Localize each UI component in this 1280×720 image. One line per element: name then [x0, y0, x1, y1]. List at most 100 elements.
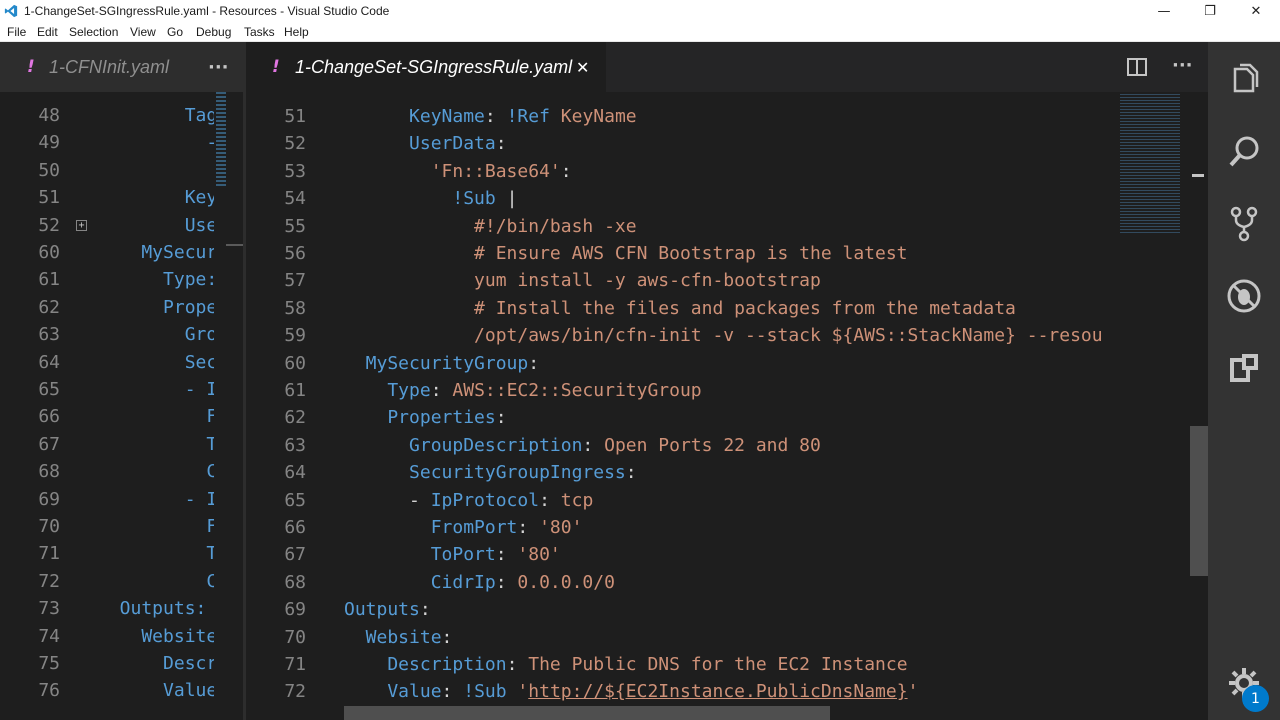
code-line: 69 - IpP: [0, 486, 239, 513]
code-line: 51 KeyName: !Ref KeyName: [246, 103, 1118, 130]
line-number: 68: [38, 461, 60, 483]
restore-button[interactable]: ❐: [1187, 0, 1233, 23]
code-line: 65 - IpP: [0, 376, 239, 403]
activity-settings[interactable]: [1208, 647, 1280, 719]
menu-tasks[interactable]: Tasks: [244, 25, 275, 39]
activity-debug[interactable]: [1208, 260, 1280, 332]
minimap-left[interactable]: [214, 92, 243, 720]
restore-icon: ❐: [1204, 4, 1216, 19]
tab-cfninit[interactable]: ! 1-CFNInit.yaml ···: [0, 42, 243, 92]
code-token: :: [560, 160, 572, 182]
code-token: UserData: [344, 133, 496, 155]
editor-group-left: ! 1-CFNInit.yaml ··· 48 Tags: 49 - K 50 V5…: [0, 42, 243, 720]
code-editor-left[interactable]: 48 Tags: 49 - K 50 V 51 KeyNa 52 + UserD 60 My…: [0, 92, 243, 720]
activity-explorer[interactable]: [1208, 44, 1280, 116]
code-token: GroupDescription: [344, 434, 583, 456]
code-token: Description: [344, 654, 507, 675]
vertical-scrollbar[interactable]: [1188, 92, 1208, 720]
vertical-scroll-thumb[interactable]: [1190, 426, 1208, 576]
code-line: 53 'Fn::Base64':: [246, 158, 1118, 185]
menu-selection[interactable]: Selection: [69, 25, 118, 39]
code-token: :: [495, 133, 507, 155]
more-actions-icon[interactable]: ···: [208, 57, 229, 78]
code-text: 'Fn::Base64':: [344, 158, 572, 185]
code-line: 62 Propert: [0, 294, 239, 321]
code-text: Type: AWS::EC2::SecurityGroup: [344, 377, 701, 404]
activity-search[interactable]: [1208, 116, 1280, 188]
line-number: 55: [284, 215, 306, 237]
code-line: 66 FromPort: '80': [246, 514, 1118, 541]
code-token: KeyName: [344, 106, 485, 127]
menu-file[interactable]: File: [7, 25, 26, 39]
line-number: 68: [284, 571, 306, 593]
line-number: 71: [284, 654, 306, 675]
more-actions-icon[interactable]: ···: [1172, 55, 1193, 76]
horizontal-scroll-thumb[interactable]: [344, 706, 830, 720]
code-token: :: [441, 626, 453, 648]
code-token: '80': [539, 517, 583, 538]
code-token: # Install the files and packages from th…: [344, 297, 1016, 319]
code-token: :: [539, 489, 561, 511]
menu-view[interactable]: View: [130, 25, 156, 39]
code-token: !Ref: [506, 106, 561, 127]
code-line: 54 !Sub |: [246, 185, 1118, 212]
code-line: 70 Website:: [246, 624, 1118, 651]
code-line: 65 - IpProtocol: tcp: [246, 487, 1118, 514]
minimize-button[interactable]: —: [1141, 0, 1187, 23]
activity-source-control[interactable]: [1208, 188, 1280, 260]
line-number: 61: [38, 269, 60, 291]
tab-bar-left: ! 1-CFNInit.yaml ···: [0, 42, 243, 92]
activity-extensions[interactable]: [1208, 332, 1280, 404]
code-text: CidrIp: 0.0.0.0/0: [344, 569, 615, 596]
code-text: Value: !Sub 'http://${EC2Instance.Public…: [344, 678, 918, 705]
menu-edit[interactable]: Edit: [37, 25, 58, 39]
code-text: SecurityGroupIngress:: [344, 459, 637, 486]
line-number: 69: [38, 488, 60, 510]
code-token: Value: [344, 681, 442, 703]
line-number: 61: [284, 380, 306, 401]
minimap-right[interactable]: [1118, 92, 1190, 242]
code-token: #!/bin/bash -xe: [344, 215, 637, 237]
code-line: 62 Properties:: [246, 404, 1118, 431]
menu-go[interactable]: Go: [167, 25, 183, 39]
line-number: 72: [38, 570, 60, 592]
code-line: 75 Descrip: [0, 650, 239, 677]
line-number: 66: [284, 517, 306, 538]
code-line: 71 Description: The Public DNS for the E…: [246, 651, 1118, 678]
code-token: 'Fn::Base64': [344, 160, 561, 182]
line-number: 57: [284, 270, 306, 292]
code-token: :: [625, 462, 637, 484]
tab-changeset-sgingressrule[interactable]: ! 1-ChangeSet-SGIngressRule.yaml ✕: [246, 42, 606, 92]
code-token: :: [430, 380, 453, 401]
code-line: 67 ToP: [0, 431, 239, 458]
code-line: 58 # Install the files and packages from…: [246, 295, 1118, 322]
code-text: # Ensure AWS CFN Bootstrap is the latest: [344, 240, 908, 267]
line-number: 74: [38, 625, 60, 647]
code-editor-right[interactable]: 51 KeyName: !Ref KeyName 52 UserData: 53 '…: [246, 92, 1208, 720]
line-number: 60: [284, 352, 306, 374]
menu-debug[interactable]: Debug: [196, 25, 231, 39]
code-token: http://${EC2Instance.PublicDnsName}: [528, 681, 908, 703]
code-line: 52 + UserD: [0, 212, 239, 239]
fold-expand-icon[interactable]: +: [76, 219, 87, 231]
split-editor-icon[interactable]: [1126, 56, 1148, 78]
line-number: 73: [38, 598, 60, 620]
code-line: 52 UserData:: [246, 130, 1118, 157]
close-tab-icon[interactable]: ✕: [576, 58, 589, 77]
code-text: FromPort: '80': [344, 514, 583, 541]
line-number: 49: [38, 132, 60, 154]
code-line: 72 Cid: [0, 568, 239, 595]
code-line: 68 CidrIp: 0.0.0.0/0: [246, 569, 1118, 596]
tab-label: 1-ChangeSet-SGIngressRule.yaml: [295, 56, 573, 77]
line-number: 56: [284, 243, 306, 264]
line-number: 70: [284, 626, 306, 648]
line-number: 52: [284, 133, 306, 155]
code-line: 72 Value: !Sub 'http://${EC2Instance.Pub…: [246, 678, 1118, 705]
explorer-icon: [1233, 63, 1259, 93]
close-window-button[interactable]: ✕: [1233, 0, 1279, 23]
editor-group-right: ! 1-ChangeSet-SGIngressRule.yaml ✕ ··· 5…: [246, 42, 1208, 720]
modified-indicator: !: [27, 57, 35, 77]
code-token: 0.0.0.0/0: [517, 571, 615, 593]
menu-help[interactable]: Help: [284, 25, 309, 39]
search-icon: [1229, 136, 1259, 167]
